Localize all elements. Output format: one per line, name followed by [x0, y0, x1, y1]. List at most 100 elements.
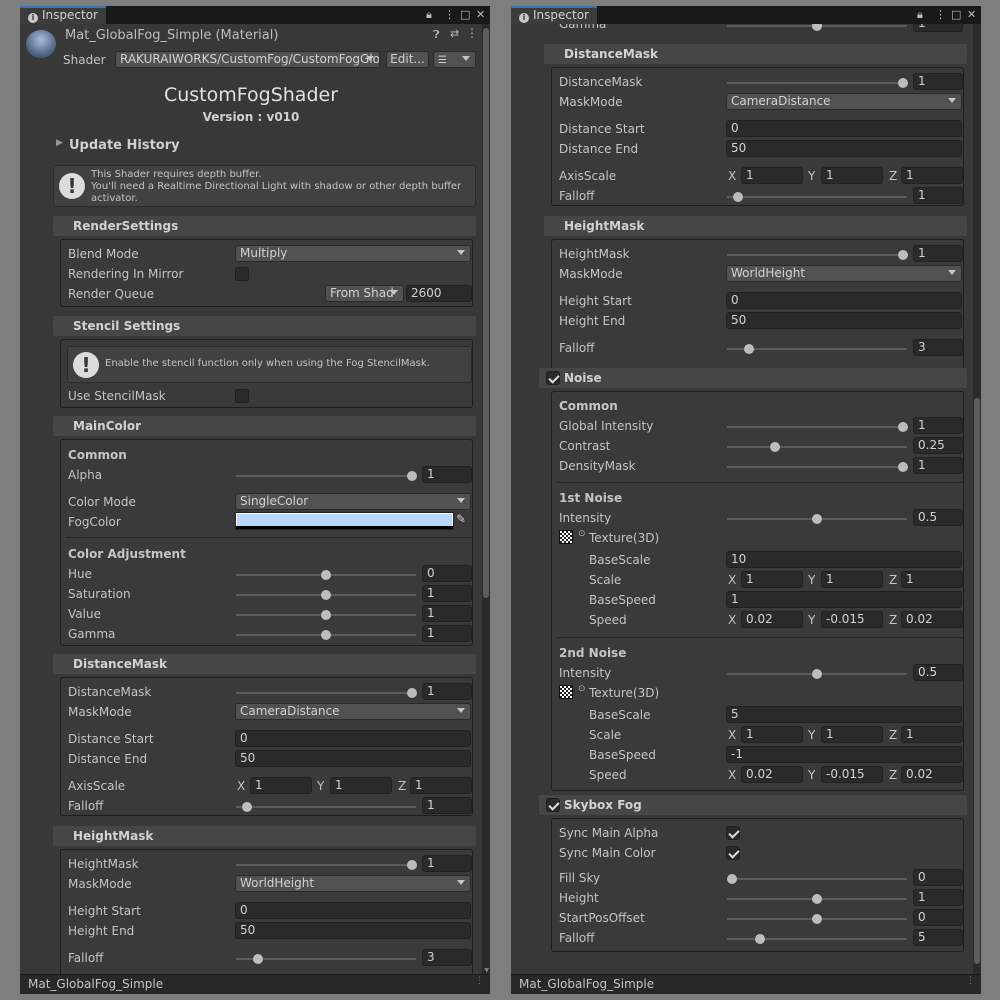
mask-mode-dropdown[interactable]: WorldHeight [726, 265, 962, 282]
maximize-icon[interactable]: □ [951, 6, 961, 23]
speed-y-field[interactable]: -0.015 [821, 611, 883, 628]
stencil-settings-header[interactable]: Stencil Settings [53, 316, 476, 336]
object-picker-icon[interactable]: ⊙ [578, 684, 586, 694]
fog-color-swatch[interactable] [235, 512, 454, 530]
height-mask-slider-thumb[interactable] [898, 250, 908, 260]
global-intensity-field[interactable]: 1 [913, 417, 963, 434]
height-mask-header[interactable]: HeightMask [544, 216, 967, 236]
edit-shader-button[interactable]: Edit... [386, 51, 429, 68]
maximize-icon[interactable]: □ [460, 6, 470, 23]
distance-end-field[interactable]: 50 [726, 140, 962, 157]
intensity-slider[interactable] [727, 514, 907, 524]
height-mask-slider[interactable] [727, 250, 908, 260]
saturation-slider-thumb[interactable] [321, 590, 331, 600]
falloff-slider-thumb[interactable] [755, 934, 765, 944]
speed-z-field[interactable]: 0.02 [901, 611, 963, 628]
start-pos-offset-slider-thumb[interactable] [812, 914, 822, 924]
distance-mask-slider-thumb[interactable] [407, 688, 417, 698]
height-start-field[interactable]: 0 [235, 902, 471, 919]
rendering-in-mirror-checkbox[interactable] [235, 267, 249, 281]
axis-scale-x-field[interactable]: 1 [741, 167, 803, 184]
drag-handle-icon[interactable]: ⋮ [966, 977, 975, 986]
noise-header[interactable]: Noise [539, 368, 967, 388]
falloff-slider-thumb[interactable] [242, 802, 252, 812]
render-queue-field[interactable]: 2600 [406, 285, 472, 302]
height-slider[interactable] [727, 894, 907, 904]
distance-mask-slider[interactable] [236, 688, 417, 698]
fill-sky-field[interactable]: 0 [913, 869, 963, 886]
gamma-slider[interactable] [727, 24, 907, 31]
value-field[interactable]: 1 [422, 605, 472, 622]
height-start-field[interactable]: 0 [726, 292, 962, 309]
scale-x-field[interactable]: 1 [741, 726, 803, 743]
distance-start-field[interactable]: 0 [726, 120, 962, 137]
falloff-field[interactable]: 1 [913, 187, 963, 204]
intensity-slider-thumb[interactable] [812, 669, 822, 679]
shader-options-button[interactable]: ☰ [433, 51, 476, 68]
skybox-fog-header[interactable]: Skybox Fog [539, 795, 967, 815]
base-speed-field[interactable]: -1 [726, 746, 962, 763]
fill-sky-slider-thumb[interactable] [727, 874, 737, 884]
speed-y-field[interactable]: -0.015 [821, 766, 883, 783]
hue-field[interactable]: 0 [422, 565, 472, 582]
height-field[interactable]: 1 [913, 889, 963, 906]
base-scale-field[interactable]: 10 [726, 551, 962, 568]
close-icon[interactable]: ✕ [967, 6, 976, 23]
distance-mask-field[interactable]: 1 [913, 73, 963, 90]
height-mask-field[interactable]: 1 [422, 855, 472, 872]
vertical-scrollbar[interactable] [973, 24, 981, 974]
density-mask-field[interactable]: 1 [913, 457, 963, 474]
render-queue-mode-dropdown[interactable]: From Shad [325, 285, 404, 302]
gamma-slider-thumb[interactable] [321, 630, 331, 640]
height-slider-thumb[interactable] [812, 894, 822, 904]
falloff-slider[interactable] [727, 344, 907, 354]
speed-z-field[interactable]: 0.02 [901, 766, 963, 783]
falloff-field[interactable]: 3 [422, 949, 472, 966]
eyedropper-icon[interactable]: ✎ [456, 512, 466, 526]
scale-z-field[interactable]: 1 [901, 571, 963, 588]
base-speed-field[interactable]: 1 [726, 591, 962, 608]
gamma-field[interactable]: 1 [422, 625, 472, 642]
axis-scale-z-field[interactable]: 1 [901, 167, 963, 184]
gamma-slider[interactable] [236, 630, 416, 640]
saturation-slider[interactable] [236, 590, 416, 600]
height-end-field[interactable]: 50 [235, 922, 471, 939]
mask-mode-dropdown[interactable]: WorldHeight [235, 875, 471, 892]
close-icon[interactable]: ✕ [476, 6, 485, 23]
height-mask-slider-thumb[interactable] [407, 860, 417, 870]
start-pos-offset-slider[interactable] [727, 914, 907, 924]
tab-inspector[interactable]: i Inspector [20, 6, 106, 24]
saturation-field[interactable]: 1 [422, 585, 472, 602]
scrollbar-thumb[interactable] [974, 398, 980, 964]
foldout-arrow-icon[interactable]: ▶ [56, 138, 63, 148]
scroll-down-icon[interactable]: ▼ [484, 967, 489, 974]
speed-x-field[interactable]: 0.02 [741, 766, 803, 783]
falloff-slider[interactable] [727, 934, 907, 944]
falloff-slider-thumb[interactable] [253, 954, 263, 964]
alpha-field[interactable]: 1 [422, 466, 472, 483]
value-slider[interactable] [236, 610, 416, 620]
distance-start-field[interactable]: 0 [235, 730, 471, 747]
mask-mode-dropdown[interactable]: CameraDistance [726, 93, 962, 110]
noise-checkbox[interactable] [546, 371, 560, 385]
scrollbar-thumb[interactable] [483, 28, 489, 598]
height-end-field[interactable]: 50 [726, 312, 962, 329]
falloff-slider[interactable] [727, 192, 907, 202]
global-intensity-slider-thumb[interactable] [898, 422, 908, 432]
axis-scale-z-field[interactable]: 1 [410, 777, 472, 794]
menu-dots-icon[interactable]: ⋮ [444, 6, 455, 23]
fill-sky-slider[interactable] [727, 874, 907, 884]
contrast-slider-thumb[interactable] [770, 442, 780, 452]
falloff-field[interactable]: 3 [913, 339, 963, 356]
distance-mask-header[interactable]: DistanceMask [544, 44, 967, 64]
distance-mask-header[interactable]: DistanceMask [53, 654, 476, 674]
shader-dropdown[interactable]: RAKURAIWORKS/CustomFog/CustomFogGlo [115, 51, 380, 68]
axis-scale-y-field[interactable]: 1 [330, 777, 392, 794]
start-pos-offset-field[interactable]: 0 [913, 909, 963, 926]
drag-handle-icon[interactable]: ⋮ [475, 977, 484, 986]
help-icon[interactable]: ❓︎ [433, 28, 440, 42]
scale-y-field[interactable]: 1 [821, 726, 883, 743]
alpha-slider[interactable] [236, 471, 417, 481]
use-stencil-mask-checkbox[interactable] [235, 389, 249, 403]
intensity-slider-thumb[interactable] [812, 514, 822, 524]
